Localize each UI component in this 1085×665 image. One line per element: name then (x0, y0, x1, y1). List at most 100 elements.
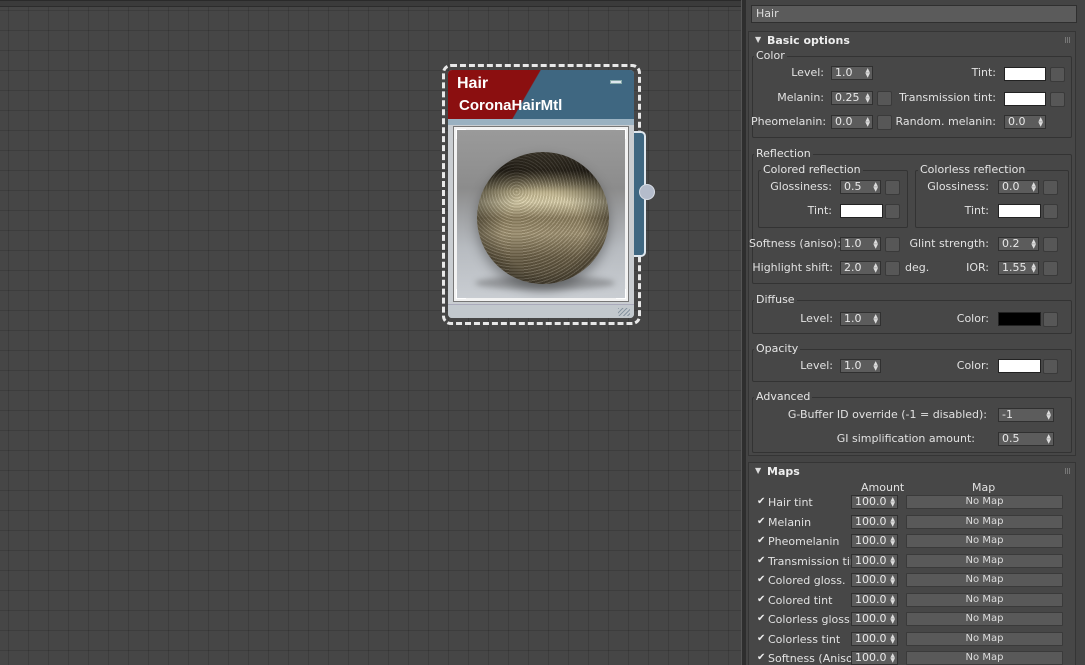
spinner-arrows-icon[interactable]: ▲ ▼ (873, 239, 878, 250)
ior-spinner[interactable]: 1.55 ▲ ▼ (998, 261, 1039, 275)
map-enable-checkbox[interactable]: ✔ (757, 497, 767, 507)
colored-glossiness-spinner[interactable]: 0.5 ▲ ▼ (840, 180, 881, 194)
map-enable-checkbox[interactable]: ✔ (757, 653, 767, 663)
map-amount-spinner[interactable]: 100.0 ▲ ▼ (851, 495, 898, 509)
glint-strength-spinner[interactable]: 0.2 ▲ ▼ (998, 237, 1039, 251)
highlight-shift-spinner[interactable]: 2.0 ▲ ▼ (840, 261, 881, 275)
gi-simplification-spinner[interactable]: 0.5 ▲ ▼ (998, 432, 1054, 446)
map-amount-spinner[interactable]: 100.0 ▲ ▼ (851, 612, 898, 626)
map-slot-button[interactable]: No Map (906, 632, 1063, 646)
spinner-arrows-icon[interactable]: ▲ ▼ (865, 117, 870, 128)
parameter-panel: Hair ▼ Basic options Color Level: 1.0 ▲ ▼ … (746, 0, 1085, 665)
map-slot-button[interactable]: No Map (906, 515, 1063, 529)
material-node[interactable]: Hair CoronaHairMtl (448, 70, 634, 318)
map-amount-spinner[interactable]: 100.0 ▲ ▼ (851, 554, 898, 568)
spinner-arrows-icon[interactable]: ▲ ▼ (890, 556, 895, 567)
highlight-shift-map-button[interactable] (885, 261, 900, 276)
map-enable-checkbox[interactable]: ✔ (757, 556, 767, 566)
opacity-color-swatch[interactable] (998, 359, 1041, 373)
map-slot-button[interactable]: No Map (906, 554, 1063, 568)
pheomelanin-spinner[interactable]: 0.0 ▲ ▼ (831, 115, 873, 129)
gbuffer-spinner[interactable]: -1 ▲ ▼ (998, 408, 1054, 422)
transmission-tint-map-button[interactable] (1050, 92, 1065, 107)
colorless-glossiness-spinner[interactable]: 0.0 ▲ ▼ (998, 180, 1039, 194)
map-enable-checkbox[interactable]: ✔ (757, 614, 767, 624)
spinner-arrows-icon[interactable]: ▲ ▼ (873, 361, 878, 372)
map-slot-button[interactable]: No Map (906, 495, 1063, 509)
spinner-arrows-icon[interactable]: ▲ ▼ (890, 653, 895, 664)
map-slot-button[interactable]: No Map (906, 612, 1063, 626)
melanin-map-button[interactable] (877, 91, 892, 106)
colored-tint-map-button[interactable] (885, 204, 900, 219)
spinner-arrows-icon[interactable]: ▲ ▼ (890, 497, 895, 508)
node-collapse-button[interactable] (610, 80, 622, 84)
spinner-arrows-icon[interactable]: ▲ ▼ (1046, 434, 1051, 445)
collapse-arrow-icon[interactable]: ▼ (755, 466, 761, 475)
collapse-arrow-icon[interactable]: ▼ (755, 35, 761, 44)
spinner-arrows-icon[interactable]: ▲ ▼ (890, 634, 895, 645)
spinner-arrows-icon[interactable]: ▲ ▼ (865, 93, 870, 104)
ior-map-button[interactable] (1043, 261, 1058, 276)
spinner-arrows-icon[interactable]: ▲ ▼ (873, 263, 878, 274)
spinner-arrows-icon[interactable]: ▲ ▼ (890, 595, 895, 606)
node-editor-view[interactable]: Hair CoronaHairMtl (0, 0, 741, 665)
map-slot-button[interactable]: No Map (906, 534, 1063, 548)
colorless-glossiness-map-button[interactable] (1043, 180, 1058, 195)
spinner-arrows-icon[interactable]: ▲ ▼ (873, 182, 878, 193)
map-enable-checkbox[interactable]: ✔ (757, 634, 767, 644)
colored-tint-swatch[interactable] (840, 204, 883, 218)
spinner-arrows-icon[interactable]: ▲ ▼ (873, 314, 878, 325)
diffuse-color-map-button[interactable] (1043, 312, 1058, 327)
colored-glossiness-map-button[interactable] (885, 180, 900, 195)
tint-map-button[interactable] (1050, 67, 1065, 82)
spinner-arrows-icon[interactable]: ▲ ▼ (1046, 410, 1051, 421)
resize-grip-icon[interactable] (618, 308, 630, 316)
opacity-color-map-button[interactable] (1043, 359, 1058, 374)
map-amount-spinner[interactable]: 100.0 ▲ ▼ (851, 534, 898, 548)
diffuse-level-spinner[interactable]: 1.0 ▲ ▼ (840, 312, 881, 326)
spinner-arrows-icon[interactable]: ▲ ▼ (1031, 263, 1036, 274)
map-enable-checkbox[interactable]: ✔ (757, 536, 767, 546)
spinner-arrows-icon[interactable]: ▲ ▼ (890, 536, 895, 547)
grip-icon[interactable] (1065, 468, 1071, 474)
map-slot-button[interactable]: No Map (906, 593, 1063, 607)
pheomelanin-map-button[interactable] (877, 115, 892, 130)
tint-color-swatch[interactable] (1004, 67, 1046, 81)
map-slot-button[interactable]: No Map (906, 573, 1063, 587)
colorless-tint-swatch[interactable] (998, 204, 1041, 218)
grip-icon[interactable] (1065, 37, 1071, 43)
map-amount-spinner[interactable]: 100.0 ▲ ▼ (851, 632, 898, 646)
map-amount-spinner[interactable]: 100.0 ▲ ▼ (851, 651, 898, 665)
map-amount-spinner[interactable]: 100.0 ▲ ▼ (851, 515, 898, 529)
map-enable-checkbox[interactable]: ✔ (757, 517, 767, 527)
melanin-spinner[interactable]: 0.25 ▲ ▼ (831, 91, 873, 105)
map-amount-spinner[interactable]: 100.0 ▲ ▼ (851, 593, 898, 607)
map-amount-spinner[interactable]: 100.0 ▲ ▼ (851, 573, 898, 587)
softness-map-button[interactable] (885, 237, 900, 252)
colorless-tint-map-button[interactable] (1043, 204, 1058, 219)
spinner-arrows-icon[interactable]: ▲ ▼ (890, 517, 895, 528)
spinner-arrows-icon[interactable]: ▲ ▼ (1031, 239, 1036, 250)
rollout-header-maps[interactable]: ▼ Maps (749, 463, 1075, 481)
node-output-socket[interactable] (639, 184, 655, 200)
opacity-level-spinner[interactable]: 1.0 ▲ ▼ (840, 359, 881, 373)
rollout-header-basic[interactable]: ▼ Basic options (749, 32, 1075, 50)
level-spinner[interactable]: 1.0 ▲ ▼ (831, 66, 873, 80)
material-name-field[interactable]: Hair (751, 5, 1077, 23)
map-slot-button[interactable]: No Map (906, 651, 1063, 665)
spinner-arrows-icon[interactable]: ▲ ▼ (1038, 117, 1043, 128)
material-preview-image (457, 130, 625, 298)
diffuse-color-swatch[interactable] (998, 312, 1041, 326)
spinner-arrows-icon[interactable]: ▲ ▼ (890, 614, 895, 625)
spinner-arrows-icon[interactable]: ▲ ▼ (890, 575, 895, 586)
spinner-arrows-icon[interactable]: ▲ ▼ (1031, 182, 1036, 193)
map-enable-checkbox[interactable]: ✔ (757, 575, 767, 585)
softness-spinner[interactable]: 1.0 ▲ ▼ (840, 237, 881, 251)
node-header[interactable]: Hair CoronaHairMtl (448, 70, 634, 120)
glint-strength-map-button[interactable] (1043, 237, 1058, 252)
spinner-arrows-icon[interactable]: ▲ ▼ (865, 68, 870, 79)
map-slot-label: Colorless tint (768, 633, 841, 646)
random-melanin-spinner[interactable]: 0.0 ▲ ▼ (1004, 115, 1046, 129)
transmission-tint-swatch[interactable] (1004, 92, 1046, 106)
map-enable-checkbox[interactable]: ✔ (757, 595, 767, 605)
